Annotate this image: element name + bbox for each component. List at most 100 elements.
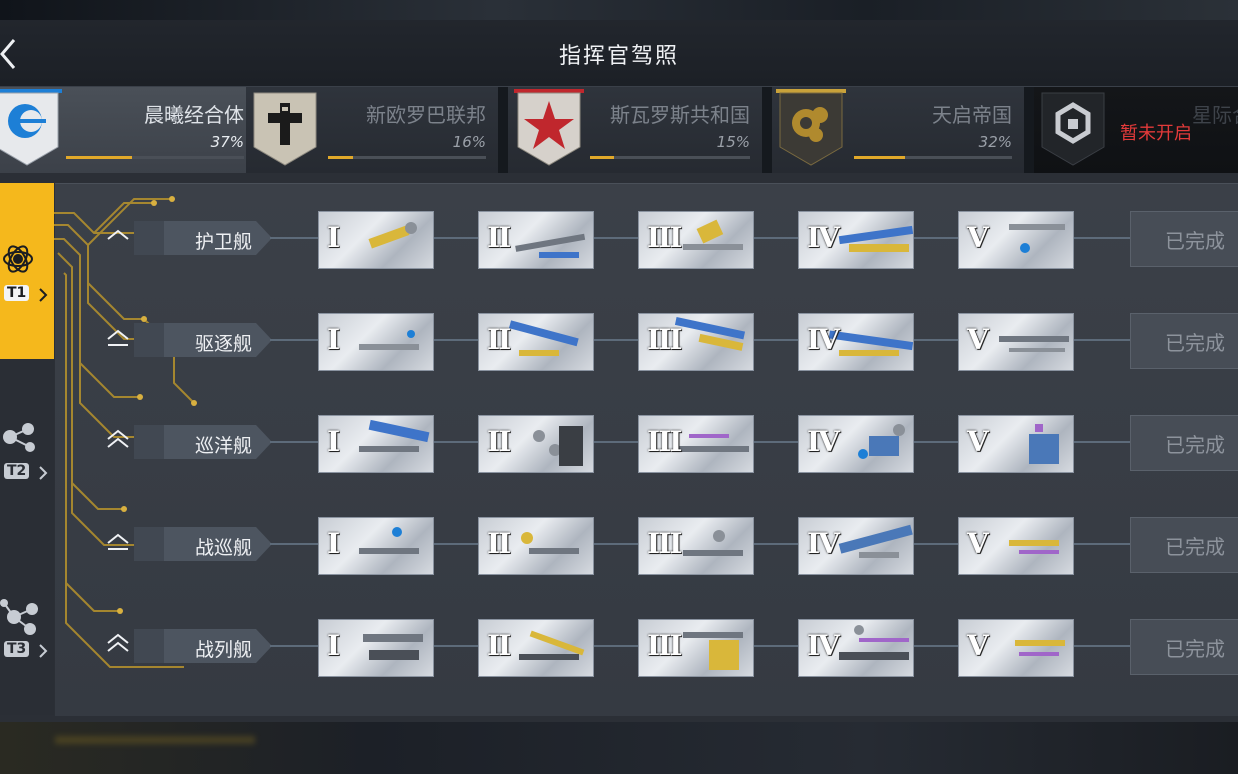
faction-percent: 37%: [210, 133, 244, 151]
red-star-emblem-icon: [514, 89, 584, 167]
completed-button[interactable]: 已完成: [1130, 415, 1238, 471]
level-node-5[interactable]: V: [958, 619, 1074, 677]
level-numeral: IV: [807, 221, 840, 254]
faction-tab-swaros[interactable]: 斯瓦罗斯共和国 15%: [508, 87, 762, 173]
rank-chevron-2-icon[interactable]: [104, 527, 132, 557]
rank-chevron-3-icon[interactable]: [104, 629, 132, 659]
level-node-1[interactable]: I: [318, 415, 434, 473]
orb-emblem-icon: [776, 89, 846, 167]
completed-label: 已完成: [1165, 637, 1225, 661]
level-numeral: II: [487, 629, 511, 662]
level-numeral: I: [327, 221, 340, 254]
faction-tab-interstellar[interactable]: 星际合 暂未开启: [1034, 87, 1238, 173]
ship-class-row-destroyer: 驱逐舰 I II III IV V 已完成: [0, 309, 1238, 371]
level-numeral: IV: [807, 323, 840, 356]
ship-class-tag[interactable]: 战巡舰: [134, 527, 272, 561]
level-numeral: V: [967, 323, 989, 356]
level-node-2[interactable]: II: [478, 517, 594, 575]
faction-locked-label: 暂未开启: [1120, 123, 1192, 144]
ship-class-row-cruiser: 巡洋舰 I II III IV V 已完成: [0, 411, 1238, 473]
level-numeral: II: [487, 221, 511, 254]
completed-button[interactable]: 已完成: [1130, 211, 1238, 267]
ship-class-name: 护卫舰: [194, 231, 252, 253]
completed-label: 已完成: [1165, 535, 1225, 559]
level-node-1[interactable]: I: [318, 619, 434, 677]
rank-chevron-3-icon[interactable]: [104, 425, 132, 455]
completed-button[interactable]: 已完成: [1130, 619, 1238, 675]
level-numeral: I: [327, 425, 340, 458]
level-node-5[interactable]: V: [958, 517, 1074, 575]
faction-name: 新欧罗巴联邦: [366, 103, 486, 127]
level-node-4[interactable]: IV: [798, 313, 914, 371]
level-numeral: II: [487, 425, 511, 458]
completed-button[interactable]: 已完成: [1130, 517, 1238, 573]
faction-progress-bar: [328, 156, 486, 159]
faction-tab-new-europa[interactable]: 新欧罗巴联邦 16%: [246, 87, 498, 173]
level-numeral: I: [327, 527, 340, 560]
ship-class-row-battlecruiser: 战巡舰 I II III IV V 已完成: [0, 513, 1238, 575]
ship-class-row-battleship: 战列舰 I II III IV V 已完成: [0, 615, 1238, 677]
level-numeral: I: [327, 323, 340, 356]
faction-percent: 15%: [716, 133, 750, 151]
faction-name: 星际合: [1192, 103, 1238, 127]
level-numeral: V: [967, 425, 989, 458]
ship-class-tag[interactable]: 战列舰: [134, 629, 272, 663]
level-node-3[interactable]: III: [638, 415, 754, 473]
completed-button[interactable]: 已完成: [1130, 313, 1238, 369]
page-title: 指挥官驾照: [558, 44, 679, 69]
level-node-3[interactable]: III: [638, 619, 754, 677]
ship-class-tag[interactable]: 巡洋舰: [134, 425, 272, 459]
completed-label: 已完成: [1165, 433, 1225, 457]
level-node-2[interactable]: II: [478, 313, 594, 371]
hex-emblem-icon: [1038, 89, 1108, 167]
level-node-2[interactable]: II: [478, 211, 594, 269]
level-node-5[interactable]: V: [958, 415, 1074, 473]
cross-emblem-icon: [250, 89, 320, 167]
level-node-3[interactable]: III: [638, 313, 754, 371]
level-node-4[interactable]: IV: [798, 211, 914, 269]
level-node-1[interactable]: I: [318, 313, 434, 371]
faction-name: 天启帝国: [932, 103, 1012, 127]
level-node-4[interactable]: IV: [798, 619, 914, 677]
crescent-emblem-icon: [0, 89, 62, 167]
level-node-3[interactable]: III: [638, 517, 754, 575]
level-node-2[interactable]: II: [478, 415, 594, 473]
rank-chevron-1-icon[interactable]: [104, 221, 132, 251]
level-numeral: IV: [807, 629, 840, 662]
level-numeral: IV: [807, 425, 840, 458]
level-numeral: II: [487, 527, 511, 560]
level-numeral: III: [647, 629, 682, 662]
ship-class-name: 巡洋舰: [194, 435, 252, 457]
level-node-2[interactable]: II: [478, 619, 594, 677]
level-numeral: V: [967, 527, 989, 560]
ship-class-name: 战巡舰: [194, 537, 252, 559]
completed-label: 已完成: [1165, 229, 1225, 253]
faction-name: 斯瓦罗斯共和国: [610, 103, 750, 127]
level-node-1[interactable]: I: [318, 211, 434, 269]
faction-progress-bar: [590, 156, 750, 159]
level-numeral: V: [967, 629, 989, 662]
background-top: [0, 0, 1238, 20]
level-node-4[interactable]: IV: [798, 415, 914, 473]
level-node-4[interactable]: IV: [798, 517, 914, 575]
faction-progress-bar: [854, 156, 1012, 159]
faction-name: 晨曦经合体: [144, 103, 244, 127]
faction-tabs: 晨曦经合体 37% 新欧罗巴联邦 16% 斯瓦罗斯共和国 15% 天启帝国 32…: [0, 87, 1238, 173]
faction-tab-tianqi[interactable]: 天启帝国 32%: [772, 87, 1024, 173]
title-bar: 指挥官驾照: [0, 20, 1238, 87]
background-bottom: [0, 722, 1238, 774]
level-numeral: IV: [807, 527, 840, 560]
level-node-1[interactable]: I: [318, 517, 434, 575]
level-numeral: III: [647, 221, 682, 254]
ship-class-name: 驱逐舰: [194, 333, 252, 355]
rank-chevron-2-icon[interactable]: [104, 323, 132, 353]
ship-class-tag[interactable]: 驱逐舰: [134, 323, 272, 357]
level-node-3[interactable]: III: [638, 211, 754, 269]
level-numeral: III: [647, 323, 682, 356]
ship-class-name: 战列舰: [194, 639, 252, 661]
faction-tab-chenxi[interactable]: 晨曦经合体 37%: [0, 87, 256, 173]
completed-label: 已完成: [1165, 331, 1225, 355]
level-node-5[interactable]: V: [958, 313, 1074, 371]
level-node-5[interactable]: V: [958, 211, 1074, 269]
ship-class-tag[interactable]: 护卫舰: [134, 221, 272, 255]
